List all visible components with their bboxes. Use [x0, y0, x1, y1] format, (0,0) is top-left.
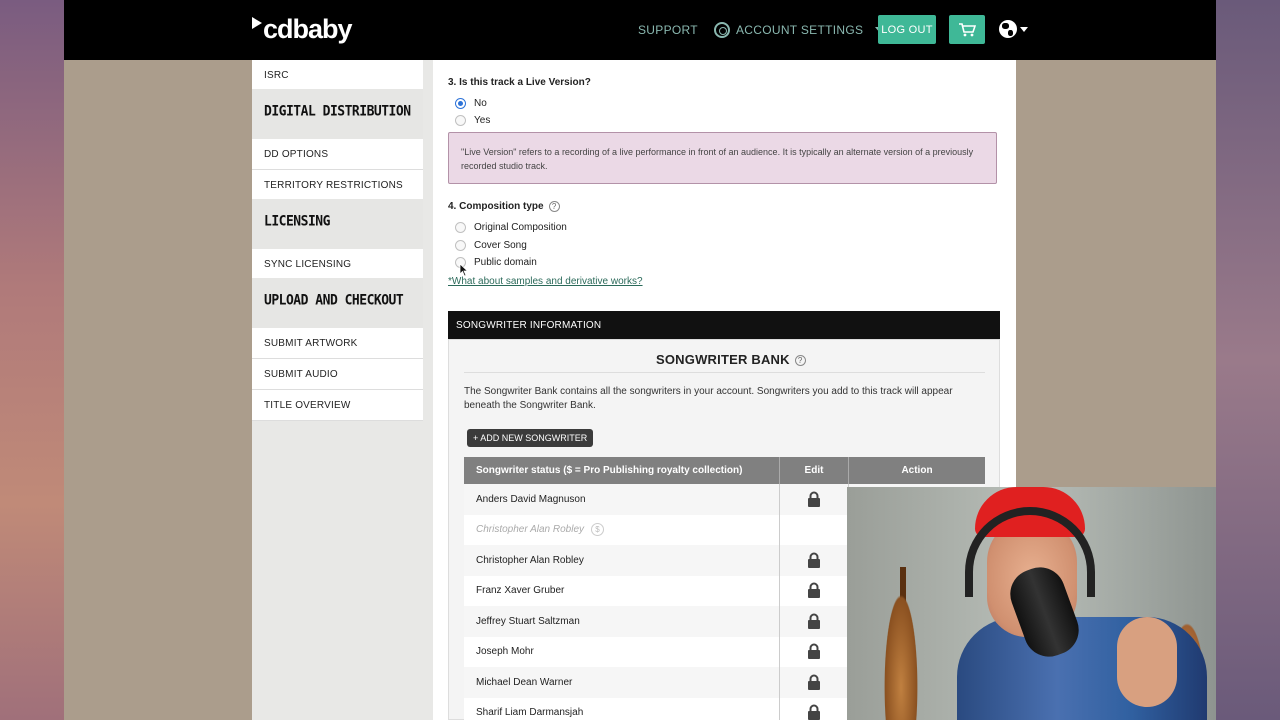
songwriter-name: Joseph Mohr: [476, 646, 534, 658]
guitar-left: [882, 582, 920, 720]
radio-label: Cover Song: [474, 240, 527, 251]
support-link[interactable]: SUPPORT: [638, 23, 698, 37]
column-header-edit: Edit: [780, 457, 849, 484]
songwriter-name-cell: Joseph Mohr: [464, 636, 780, 667]
songwriter-name-cell: Christopher Alan Robley: [464, 545, 780, 576]
mouse-cursor-icon: [459, 263, 469, 277]
sidebar-item[interactable]: ISRC: [252, 60, 423, 91]
sidebar-item[interactable]: SUBMIT ARTWORK: [252, 328, 423, 359]
songwriter-name-cell: Anders David Magnuson: [464, 484, 780, 515]
gear-icon: [714, 22, 730, 38]
composition-type-question: 4. Composition type?: [448, 201, 560, 212]
sidebar-section-heading: LICENSING: [252, 199, 423, 243]
songwriter-name-cell: Franz Xaver Gruber: [464, 575, 780, 606]
songwriter-name-cell: Christopher Alan Robley $: [464, 514, 780, 545]
songwriter-name: Christopher Alan Robley: [476, 554, 584, 566]
edit-cell[interactable]: [780, 575, 849, 606]
sidebar-item[interactable]: TITLE OVERVIEW: [252, 390, 423, 421]
edit-cell: [780, 514, 849, 545]
bank-title-text: SONGWRITER BANK: [656, 352, 790, 367]
songwriter-name-cell: Jeffrey Stuart Saltzman: [464, 606, 780, 637]
live-version-note: "Live Version" refers to a recording of …: [448, 132, 997, 184]
column-header-status: Songwriter status ($ = Pro Publishing ro…: [464, 457, 780, 484]
video-frame-left: [0, 0, 64, 720]
songwriter-name: Sharif Liam Darmansjah: [476, 707, 584, 719]
radio-button[interactable]: [455, 115, 466, 126]
presenter-hand: [1117, 617, 1177, 707]
cart-button[interactable]: [949, 15, 985, 44]
help-icon[interactable]: ?: [794, 355, 806, 367]
edit-cell[interactable]: [780, 545, 849, 576]
songwriter-name: Franz Xaver Gruber: [476, 585, 565, 597]
radio-original-composition[interactable]: Original Composition: [455, 222, 567, 233]
chevron-down-icon: [1020, 26, 1028, 32]
songwriter-bank-title: SONGWRITER BANK?: [656, 352, 806, 367]
edit-cell[interactable]: [780, 667, 849, 698]
radio-label: Public domain: [474, 257, 537, 268]
radio-live-yes[interactable]: Yes: [455, 115, 490, 126]
radio-live-no[interactable]: No: [455, 98, 487, 109]
lock-icon[interactable]: [807, 704, 821, 720]
sidebar-item[interactable]: SYNC LICENSING: [252, 249, 423, 280]
globe-icon: [999, 20, 1017, 38]
songwriter-name: Jeffrey Stuart Saltzman: [476, 615, 580, 627]
live-version-question: 3. Is this track a Live Version?: [448, 77, 591, 88]
edit-cell[interactable]: [780, 697, 849, 720]
lock-icon[interactable]: [807, 552, 821, 569]
sidebar-item[interactable]: SUBMIT AUDIO: [252, 359, 423, 390]
songwriter-name-cell: Sharif Liam Darmansjah: [464, 697, 780, 720]
lock-icon[interactable]: [807, 491, 821, 508]
radio-button[interactable]: [455, 240, 466, 251]
sidebar-section-heading: DIGITAL DISTRIBUTION: [252, 89, 423, 133]
lock-icon[interactable]: [807, 643, 821, 660]
edit-cell[interactable]: [780, 636, 849, 667]
songwriter-name: Anders David Magnuson: [476, 493, 586, 505]
lock-icon[interactable]: [807, 613, 821, 630]
songwriter-bank-description: The Songwriter Bank contains all the son…: [464, 386, 953, 411]
composition-question-text: 4. Composition type: [448, 201, 544, 213]
songwriter-name: Christopher Alan Robley: [476, 524, 585, 536]
samples-derivative-works-link[interactable]: *What about samples and derivative works…: [448, 276, 643, 287]
logout-button[interactable]: LOG OUT: [878, 15, 936, 44]
sidebar-item[interactable]: DD OPTIONS: [252, 139, 423, 170]
divider: [464, 372, 985, 373]
songwriter-name-cell: Michael Dean Warner: [464, 667, 780, 698]
songwriter-information-header: SONGWRITER INFORMATION: [448, 311, 1000, 339]
radio-cover-song[interactable]: Cover Song: [455, 240, 527, 251]
play-icon: [252, 16, 262, 29]
songwriter-name: Michael Dean Warner: [476, 676, 573, 688]
logo-text: cdbaby: [263, 14, 353, 44]
edit-cell[interactable]: [780, 606, 849, 637]
table-header: Songwriter status ($ = Pro Publishing ro…: [464, 457, 985, 484]
radio-button[interactable]: [455, 222, 466, 233]
dollar-icon: $: [591, 523, 605, 537]
sidebar-section-heading: UPLOAD AND CHECKOUT: [252, 278, 423, 322]
add-new-songwriter-button[interactable]: + ADD NEW SONGWRITER: [467, 429, 594, 447]
radio-label: Original Composition: [474, 222, 567, 233]
video-frame-right: [1216, 0, 1280, 720]
cart-icon: [959, 22, 976, 36]
sidebar: ISRC DIGITAL DISTRIBUTION DD OPTIONS TERRIT…: [252, 60, 433, 720]
account-settings-menu[interactable]: ACCOUNT SETTINGS: [714, 22, 886, 38]
radio-button-selected[interactable]: [455, 98, 466, 109]
column-header-action: Action: [901, 465, 933, 476]
sidebar-item[interactable]: TERRITORY RESTRICTIONS: [252, 170, 423, 201]
cdbaby-logo[interactable]: cdbaby: [252, 14, 353, 45]
webcam-overlay: [847, 487, 1216, 720]
radio-label: No: [474, 98, 487, 109]
account-settings-label: ACCOUNT SETTINGS: [736, 23, 864, 37]
lock-icon[interactable]: [807, 582, 821, 599]
radio-label: Yes: [474, 115, 491, 126]
help-icon[interactable]: ?: [548, 201, 560, 212]
edit-cell[interactable]: [780, 484, 849, 515]
language-selector[interactable]: [999, 20, 1028, 38]
lock-icon[interactable]: [807, 674, 821, 691]
